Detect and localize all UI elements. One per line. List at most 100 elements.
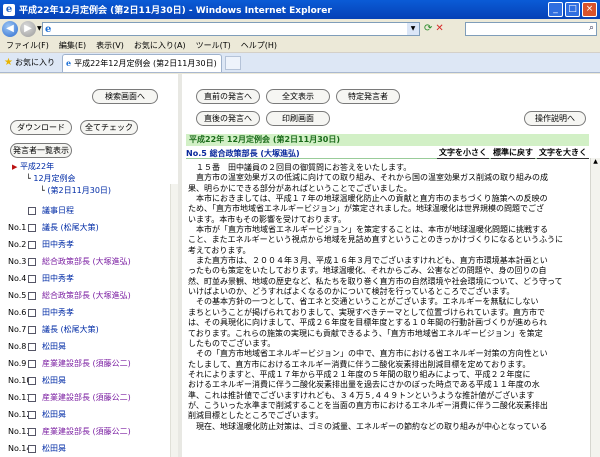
speech-line: したものでございます。 xyxy=(188,338,276,348)
row-link[interactable]: 松田曻 xyxy=(42,375,66,386)
font-smaller-button[interactable]: 文字を小さく xyxy=(437,147,489,159)
row-checkbox[interactable] xyxy=(28,427,36,436)
speech-line: ております。これらの施策の実現にも貢献できるよう、「直方市地域省エネルギービジョ… xyxy=(188,328,543,338)
row-checkbox[interactable] xyxy=(28,393,36,402)
row-link[interactable]: 議長 (松尾大策) xyxy=(42,222,99,233)
speech-line: 然、町並み景観、地域の歴史など、私たちを取り巻く直方市の自然環境や社会環境につい… xyxy=(188,276,563,286)
scroll-up-icon[interactable]: ▲ xyxy=(591,158,600,165)
row-number: No.8 xyxy=(8,342,27,351)
search-icon[interactable]: ⌕ xyxy=(589,23,594,33)
tab-title: 平成22年12月定例会 (第2日11月30日) xyxy=(74,58,217,68)
speech-line: 準、これは推計値でございますけれども、３４万５,４４９トンというような推計値がご… xyxy=(188,390,535,400)
list-item: No.9 産業建設部長 (須藤公二) xyxy=(0,355,172,372)
specific-speaker-button[interactable]: 特定発言者 xyxy=(336,89,400,104)
pointer-icon: ▶ xyxy=(12,163,18,171)
list-item: No.4 田中秀孝 xyxy=(0,270,172,287)
back-button[interactable]: ◀ xyxy=(2,20,18,37)
print-screen-button[interactable]: 印刷画面 xyxy=(266,111,330,126)
row-checkbox[interactable] xyxy=(28,444,36,453)
font-larger-button[interactable]: 文字を大きく xyxy=(537,147,589,159)
speech-line: は、その具現化に向けまして、平成２６年度を目標年度とする１０年間の行動計画づくり… xyxy=(188,318,548,328)
menu-view[interactable]: 表示(V) xyxy=(96,40,124,51)
row-link[interactable]: 松田曻 xyxy=(42,409,66,420)
row-checkbox[interactable] xyxy=(28,240,36,249)
row-link[interactable]: 松田曻 xyxy=(42,443,66,454)
tree-day[interactable]: (第2日11月30日) xyxy=(47,186,111,195)
row-link[interactable]: 議長 (松尾大策) xyxy=(42,324,99,335)
row-checkbox[interactable] xyxy=(28,274,36,283)
download-button[interactable]: ダウンロード xyxy=(10,120,72,135)
maximize-button[interactable]: □ xyxy=(565,2,580,17)
favorites-label: お気に入り xyxy=(14,58,55,67)
row-link[interactable]: 産業建設部長 (須藤公二) xyxy=(42,426,131,437)
right-scrollbar[interactable]: ▲ xyxy=(590,158,600,457)
speech-line: 本市におきましては、平成１７年の地球温暖化防止への貢献と直方市のまちづくり施策へ… xyxy=(188,194,548,204)
row-link[interactable]: 田中秀孝 xyxy=(42,239,74,250)
row-checkbox[interactable] xyxy=(28,206,36,215)
speech-line: その基本方針の一つとして、省エネと交通ということがございます。エネルギーを無駄に… xyxy=(188,297,539,307)
browser-tab[interactable]: e 平成22年12月定例会 (第2日11月30日) xyxy=(62,53,222,72)
forward-button[interactable]: ▶ xyxy=(20,20,36,37)
row-number: No.4 xyxy=(8,274,27,283)
row-checkbox[interactable] xyxy=(28,223,36,232)
list-item: No.12 松田曻 xyxy=(0,406,172,423)
menu-edit[interactable]: 編集(E) xyxy=(59,40,86,51)
tree-year[interactable]: 平成22年 xyxy=(20,162,54,171)
list-item: No.11 産業建設部長 (須藤公二) xyxy=(0,389,172,406)
tab-bar: ★ お気に入り e 平成22年12月定例会 (第2日11月30日) xyxy=(0,53,600,73)
row-link[interactable]: 田中秀孝 xyxy=(42,307,74,318)
speech-line: その「直方市地域省エネルギービジョン」の中で、直方市における省エネルギー対策の方… xyxy=(188,349,548,359)
row-checkbox[interactable] xyxy=(28,359,36,368)
check-all-button[interactable]: 全てチェック xyxy=(80,120,138,135)
menu-favorites[interactable]: お気に入り(A) xyxy=(134,40,186,51)
row-checkbox[interactable] xyxy=(28,291,36,300)
menu-tools[interactable]: ツール(T) xyxy=(196,40,231,51)
row-checkbox[interactable] xyxy=(28,308,36,317)
menu-help[interactable]: ヘルプ(H) xyxy=(241,40,277,51)
close-button[interactable]: × xyxy=(582,2,597,17)
stop-icon[interactable]: ✕ xyxy=(435,23,443,34)
row-link[interactable]: 産業建設部長 (須藤公二) xyxy=(42,358,131,369)
row-checkbox[interactable] xyxy=(28,410,36,419)
list-item: No.2 田中秀孝 xyxy=(0,236,172,253)
window-controls: _ □ × xyxy=(548,2,597,17)
speech-text: １５番 田中議員の２回目の御質問にお答えをいたします。 直方市の温室効果ガスの低… xyxy=(188,163,586,457)
help-button[interactable]: 操作説明へ xyxy=(524,111,586,126)
left-scrollbar[interactable] xyxy=(170,184,178,457)
speech-line: 削減目標としたところでございます。 xyxy=(188,411,324,421)
next-speaker-button[interactable]: 直後の発言へ xyxy=(196,111,260,126)
row-checkbox[interactable] xyxy=(28,257,36,266)
tree-session[interactable]: 12月定例会 xyxy=(33,174,75,183)
menu-file[interactable]: ファイル(F) xyxy=(6,40,49,51)
new-tab-button[interactable] xyxy=(225,55,241,70)
speech-line: また直方市は、２００４年３月、平成１６年３月でございますけれども、直方市環境基本… xyxy=(188,256,548,266)
speech-line: 果、明らかにできる部分があればということでございました。 xyxy=(188,183,412,193)
row-link[interactable]: 総合政策部長 (大塚進弘) xyxy=(42,290,131,301)
search-screen-button[interactable]: 検索画面へ xyxy=(92,89,158,104)
row-link[interactable]: 松田曻 xyxy=(42,341,66,352)
session-header: 平成22年 12月定例会 (第2日11月30日) xyxy=(186,134,589,146)
list-item: No.14 松田曻 xyxy=(0,440,172,457)
prev-speaker-button[interactable]: 直前の発言へ xyxy=(196,89,260,104)
speaker-list: 議事日程 No.1 議長 (松尾大策) No.2 田中秀孝 No.3 総合政策部長 (… xyxy=(0,202,172,457)
address-bar[interactable]: e ▼ xyxy=(42,22,420,36)
search-box[interactable]: ⌕ xyxy=(465,22,597,36)
speech-line: おけるエネルギー消費に伴う二酸化炭素排出量を過去にさかのぼった時点である平成１１… xyxy=(188,380,540,390)
row-number: No.12 xyxy=(8,410,32,419)
row-link[interactable]: 総合政策部長 (大塚進弘) xyxy=(42,256,131,267)
speech-line: ったものも策定をいたしております。地球温暖化、それからごみ、公害などの問題や、身… xyxy=(188,266,547,276)
row-link[interactable]: 田中秀孝 xyxy=(42,273,74,284)
row-checkbox[interactable] xyxy=(28,325,36,334)
refresh-icon[interactable]: ⟳ xyxy=(424,23,432,34)
address-dropdown-icon[interactable]: ▼ xyxy=(407,23,419,35)
favorites-button[interactable]: ★ お気に入り xyxy=(0,57,58,68)
font-reset-button[interactable]: 標準に戻す xyxy=(491,147,535,159)
speech-line: まちということが掲げられておりまして、実現すべきテーマとして位置づけられています… xyxy=(188,307,546,317)
full-text-button[interactable]: 全文表示 xyxy=(266,89,330,104)
minimize-button[interactable]: _ xyxy=(548,2,563,17)
row-link[interactable]: 産業建設部長 (須藤公二) xyxy=(42,392,131,403)
speakers-list-button[interactable]: 発言者一覧表示 xyxy=(10,143,72,158)
row-checkbox[interactable] xyxy=(28,376,36,385)
row-checkbox[interactable] xyxy=(28,342,36,351)
row-link[interactable]: 議事日程 xyxy=(42,205,74,216)
